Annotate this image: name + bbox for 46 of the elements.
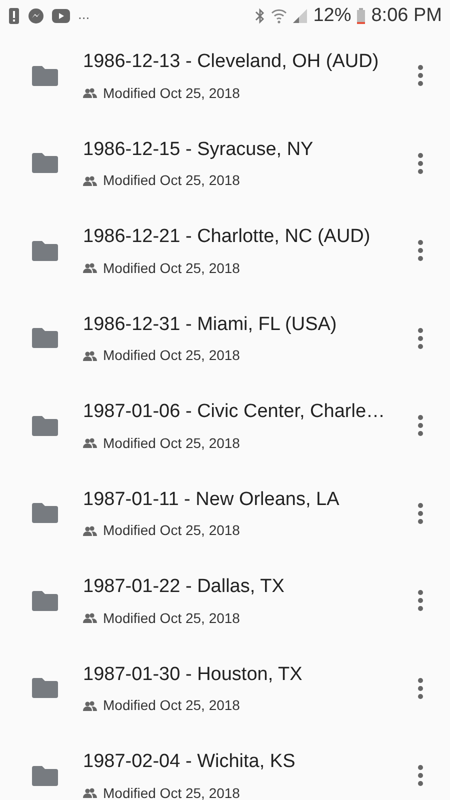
people-icon bbox=[83, 176, 97, 186]
wifi-icon bbox=[271, 8, 288, 24]
folder-name[interactable]: 1987-01-11 - New Orleans, LA bbox=[83, 486, 410, 514]
people-icon bbox=[83, 88, 97, 98]
modified-date: Modified Oct 25, 2018 bbox=[103, 346, 240, 365]
clock-time: 8:06 PM bbox=[371, 4, 442, 28]
modified-date: Modified Oct 25, 2018 bbox=[103, 258, 240, 278]
folder-icon bbox=[32, 766, 58, 786]
modified-date: Modified Oct 25, 2018 bbox=[103, 696, 240, 715]
modified-date: Modified Oct 25, 2018 bbox=[103, 434, 240, 452]
modified-date: Modified Oct 25, 2018 bbox=[103, 608, 240, 628]
people-icon bbox=[83, 350, 97, 360]
people-icon bbox=[83, 700, 97, 710]
bluetooth-icon bbox=[255, 8, 266, 24]
folder-name[interactable]: 1987-01-30 - Houston, TX bbox=[83, 660, 410, 689]
folder-icon bbox=[32, 590, 58, 611]
people-icon bbox=[83, 788, 97, 798]
folder-name[interactable]: 1986-12-13 - Cleveland, OH (AUD) bbox=[83, 48, 410, 76]
folder-icon bbox=[32, 240, 58, 261]
signal-icon bbox=[293, 9, 308, 23]
play-icon bbox=[52, 9, 70, 23]
modified-date: Modified Oct 25, 2018 bbox=[103, 84, 240, 102]
people-icon bbox=[83, 526, 97, 536]
modified-date: Modified Oct 25, 2018 bbox=[103, 171, 240, 190]
folder-icon bbox=[32, 153, 58, 174]
folder-name[interactable]: 1987-01-06 - Civic Center, Charle… bbox=[83, 398, 410, 426]
modified-date: Modified Oct 25, 2018 bbox=[103, 784, 240, 800]
folder-name[interactable]: 1986-12-15 - Syracuse, NY bbox=[83, 136, 410, 164]
people-icon bbox=[83, 263, 97, 273]
folder-icon bbox=[32, 503, 58, 524]
folder-name[interactable]: 1986-12-21 - Charlotte, NC (AUD) bbox=[83, 223, 410, 252]
folder-icon bbox=[32, 328, 58, 348]
folder-name[interactable]: 1987-01-22 - Dallas, TX bbox=[83, 573, 410, 602]
battery-percent: 12% bbox=[313, 4, 352, 28]
modified-date: Modified Oct 25, 2018 bbox=[103, 521, 240, 540]
battery-icon bbox=[357, 8, 366, 24]
folder-icon bbox=[32, 416, 58, 436]
folder-icon bbox=[32, 678, 58, 698]
overflow-text: ... bbox=[78, 5, 90, 24]
people-icon bbox=[83, 613, 97, 623]
folder-icon bbox=[32, 66, 58, 86]
chat-bubble-icon bbox=[28, 8, 44, 24]
people-icon bbox=[83, 438, 97, 448]
folder-name[interactable]: 1986-12-31 - Miami, FL (USA) bbox=[83, 310, 410, 339]
alert-icon bbox=[8, 8, 20, 24]
folder-name[interactable]: 1987-02-04 - Wichita, KS bbox=[83, 748, 410, 776]
